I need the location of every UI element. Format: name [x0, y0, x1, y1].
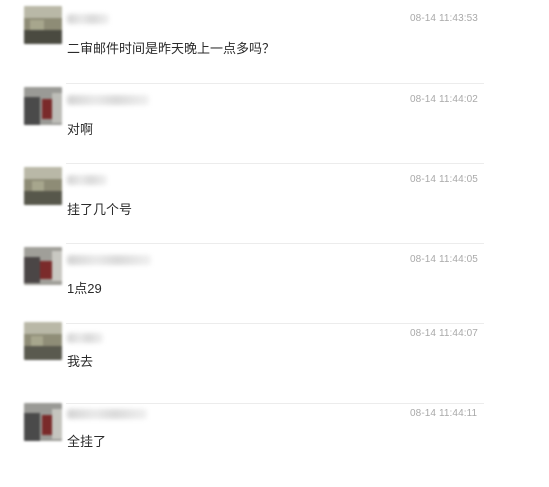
sender-name-blurred — [67, 255, 151, 265]
message-timestamp: 08-14 11:44:05 — [410, 174, 478, 185]
message-text: 二审邮件时间是昨天晚上一点多吗？ — [67, 41, 276, 56]
chat-message: 08-14 11:44:07 我去 — [0, 322, 549, 407]
sender-name-blurred — [67, 175, 107, 185]
message-text: 全挂了 — [67, 434, 107, 449]
avatar[interactable] — [24, 322, 62, 360]
message-divider — [66, 83, 484, 84]
message-divider — [66, 323, 484, 324]
message-text: 对啊 — [67, 122, 94, 137]
message-text: 我去 — [67, 354, 94, 369]
avatar[interactable] — [24, 87, 62, 125]
sender-name-blurred — [67, 333, 103, 343]
chat-message: 08-14 11:44:05 1点29 — [0, 243, 549, 327]
avatar[interactable] — [24, 403, 62, 441]
message-timestamp: 08-14 11:44:05 — [410, 254, 478, 265]
message-text: 1点29 — [67, 281, 102, 296]
message-timestamp: 08-14 11:44:07 — [410, 328, 478, 339]
sender-name-blurred — [67, 14, 109, 24]
chat-message: 08-14 11:44:05 挂了几个号 — [0, 163, 549, 247]
chat-message: 08-14 11:43:53 二审邮件时间是昨天晚上一点多吗？ — [0, 6, 549, 86]
sender-name-blurred — [67, 95, 149, 105]
avatar[interactable] — [24, 247, 62, 285]
message-divider — [66, 243, 484, 244]
message-timestamp: 08-14 11:43:53 — [410, 13, 478, 24]
chat-message: 08-14 11:44:11 全挂了 — [0, 403, 549, 487]
message-divider — [66, 163, 484, 164]
message-text: 挂了几个号 — [67, 202, 133, 217]
avatar[interactable] — [24, 167, 62, 205]
chat-message-list: 08-14 11:43:53 二审邮件时间是昨天晚上一点多吗？ 08-14 11… — [0, 0, 549, 457]
avatar[interactable] — [24, 6, 62, 44]
message-timestamp: 08-14 11:44:02 — [410, 94, 478, 105]
message-divider — [66, 403, 484, 404]
sender-name-blurred — [67, 409, 147, 419]
message-timestamp: 08-14 11:44:11 — [410, 408, 478, 419]
chat-message: 08-14 11:44:02 对啊 — [0, 83, 549, 167]
